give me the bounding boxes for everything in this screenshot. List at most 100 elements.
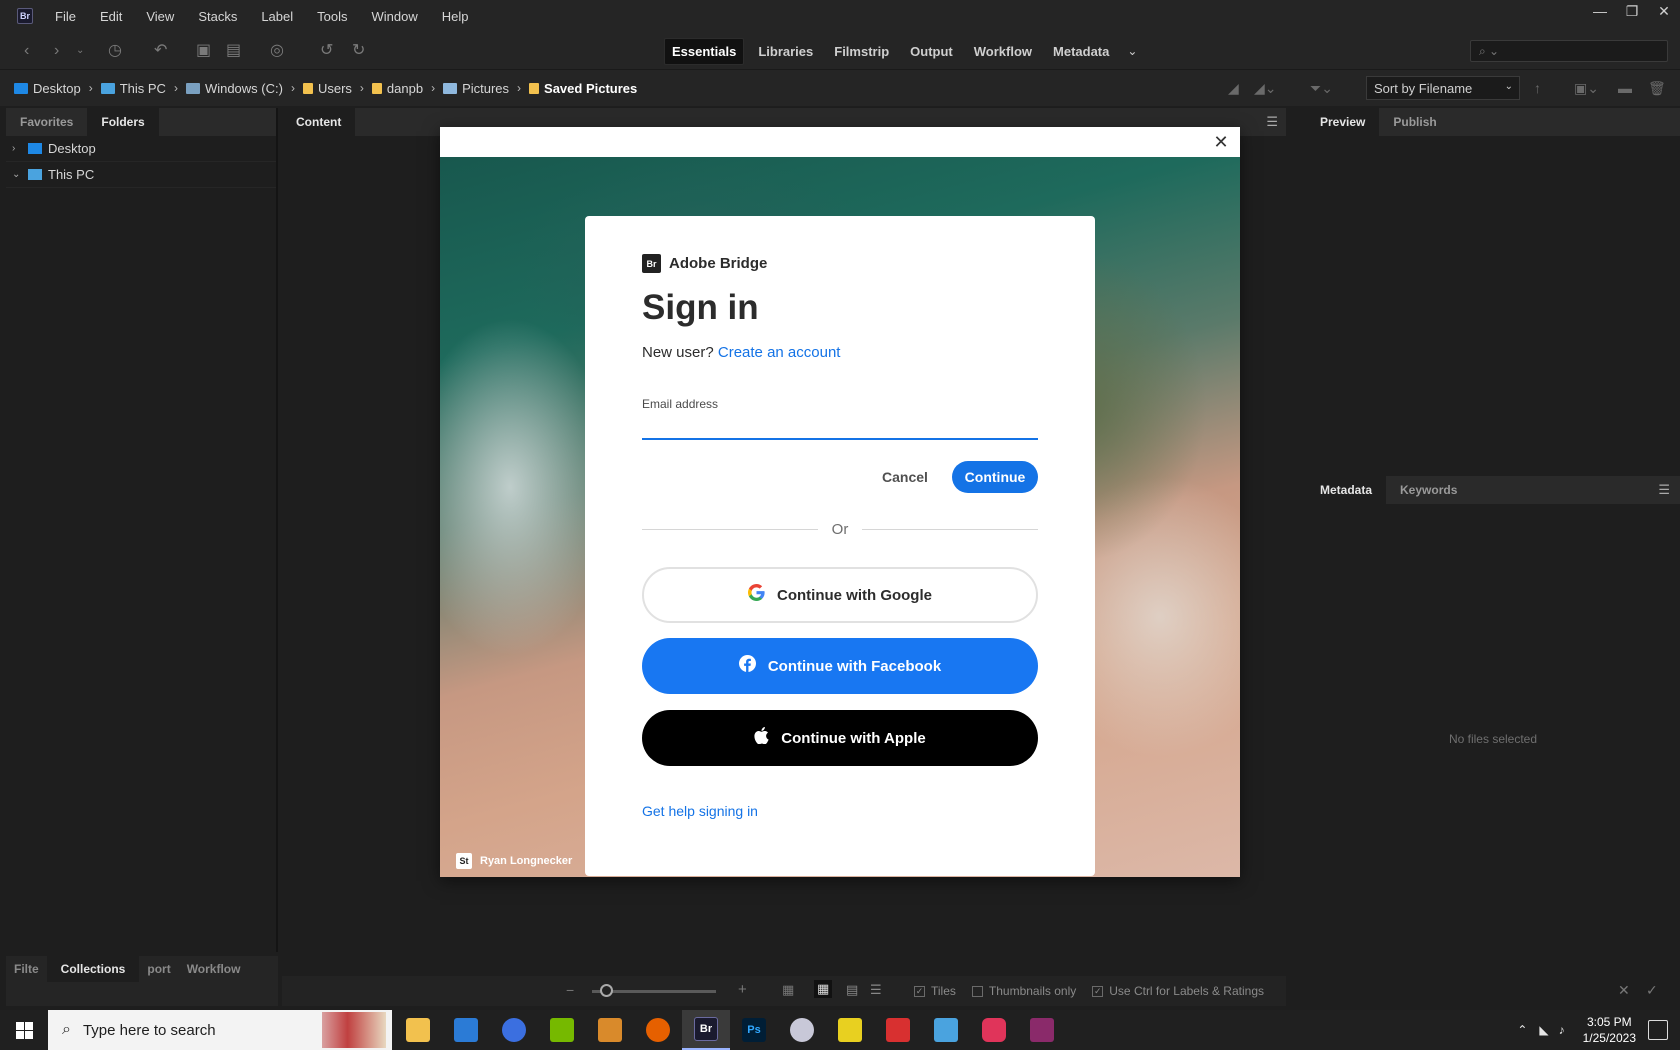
tab-workflow[interactable]: Workflow — [179, 956, 249, 982]
camera-download-icon[interactable]: ▣ — [196, 42, 211, 60]
cancel-icon[interactable]: ✕ — [1618, 982, 1630, 999]
workspace-workflow[interactable]: Workflow — [967, 39, 1039, 64]
menu-label[interactable]: Label — [261, 9, 293, 24]
continue-with-facebook-button[interactable]: Continue with Facebook — [642, 638, 1038, 694]
crumb-pictures[interactable]: Pictures › — [443, 81, 521, 96]
tab-metadata[interactable]: Metadata — [1306, 476, 1387, 504]
get-help-link[interactable]: Get help signing in — [642, 803, 758, 819]
crumb-desktop[interactable]: Desktop › — [14, 81, 93, 96]
crumb-danpb[interactable]: danpb › — [371, 81, 435, 96]
video-app-icon[interactable] — [490, 1010, 538, 1050]
filter-items-icon[interactable]: ⏷⌄ — [1310, 80, 1333, 97]
open-camera-raw-icon[interactable]: ◎ — [270, 42, 284, 60]
taskbar-search-input[interactable]: ⌕ Type here to search — [48, 1010, 392, 1050]
search-input[interactable]: ⌕ ⌄ — [1470, 40, 1668, 62]
trash-icon[interactable]: 🗑 — [1648, 80, 1666, 97]
photoshop-icon[interactable]: Ps — [730, 1010, 778, 1050]
recent-chevron-icon[interactable]: ⌄ — [76, 42, 84, 60]
creative-cloud-icon[interactable] — [970, 1010, 1018, 1050]
crumb-windows-c[interactable]: Windows (C:) › — [185, 81, 295, 96]
crumb-this-pc[interactable]: This PC › — [100, 81, 178, 96]
view-details-icon[interactable]: ▤ — [846, 982, 858, 998]
chevron-up-icon[interactable]: ⌃ — [1517, 1023, 1527, 1037]
adobe-bridge-taskbar-icon[interactable]: Br — [682, 1010, 730, 1050]
media-player-icon[interactable] — [586, 1010, 634, 1050]
menu-view[interactable]: View — [146, 9, 174, 24]
grid-lock-icon[interactable]: ▦ — [782, 982, 794, 998]
crumb-users[interactable]: Users › — [302, 81, 364, 96]
tree-item-this-pc[interactable]: ⌄ This PC — [6, 162, 276, 188]
tab-favorites[interactable]: Favorites — [6, 108, 87, 136]
new-folder-icon[interactable]: ▬ — [1618, 80, 1632, 96]
checkbox-icon[interactable] — [971, 985, 983, 997]
tab-preview[interactable]: Preview — [1306, 108, 1380, 136]
control-panel-icon[interactable] — [922, 1010, 970, 1050]
more-workspaces-chevron-icon[interactable]: ⌄ — [1127, 44, 1137, 58]
view-thumbnails-icon[interactable]: ▦ — [814, 980, 833, 998]
nvidia-icon[interactable] — [538, 1010, 586, 1050]
tab-publish[interactable]: Publish — [1379, 108, 1450, 136]
rotate-right-icon[interactable]: ↻ — [352, 42, 365, 60]
notifications-icon[interactable] — [1648, 1020, 1668, 1040]
history-icon[interactable]: ◷ — [108, 42, 122, 60]
continue-button[interactable]: Continue — [952, 461, 1038, 493]
menu-tools[interactable]: Tools — [317, 9, 347, 24]
tiles-option[interactable]: ✓ Tiles — [914, 984, 956, 998]
tab-content[interactable]: Content — [282, 108, 356, 136]
menu-stacks[interactable]: Stacks — [198, 9, 237, 24]
rating-menu-icon[interactable]: ◢⌄ — [1254, 80, 1277, 97]
sort-ascending-icon[interactable]: ↑ — [1534, 80, 1541, 96]
zoom-out-icon[interactable]: − — [566, 982, 574, 998]
thumbnails-only-option[interactable]: Thumbnails only — [971, 984, 1076, 998]
checkmark-app-icon[interactable] — [826, 1010, 874, 1050]
tab-folders[interactable]: Folders — [87, 108, 159, 136]
apply-check-icon[interactable]: ✓ — [1646, 982, 1658, 999]
windows-start-icon[interactable] — [0, 1010, 48, 1050]
zoom-in-icon[interactable]: + — [738, 981, 747, 998]
winrar-icon[interactable] — [1018, 1010, 1066, 1050]
close-window-icon[interactable]: ✕ — [1648, 0, 1680, 22]
security-app-icon[interactable] — [874, 1010, 922, 1050]
sort-dropdown[interactable]: Sort by Filename ⌄ — [1366, 76, 1520, 100]
restore-icon[interactable]: ❐ — [1616, 0, 1648, 22]
menu-file[interactable]: File — [55, 9, 76, 24]
panel-menu-icon[interactable]: ☰ — [1648, 476, 1680, 504]
volume-icon[interactable]: ♪ — [1559, 1023, 1565, 1037]
tab-keywords[interactable]: Keywords — [1386, 476, 1471, 504]
create-account-link[interactable]: Create an account — [718, 344, 841, 361]
tree-item-desktop[interactable]: › Desktop — [6, 136, 276, 162]
panel-menu-icon[interactable]: ☰ — [1258, 108, 1286, 136]
rotate-left-icon[interactable]: ↺ — [320, 42, 333, 60]
workspace-libraries[interactable]: Libraries — [751, 39, 820, 64]
workspace-essentials[interactable]: Essentials — [664, 37, 745, 65]
workspace-metadata[interactable]: Metadata — [1046, 39, 1116, 64]
cancel-button[interactable]: Cancel — [875, 461, 935, 493]
paint-icon[interactable] — [778, 1010, 826, 1050]
tab-filter[interactable]: Filte — [6, 956, 47, 982]
tab-export[interactable]: port — [139, 956, 178, 982]
menu-window[interactable]: Window — [372, 9, 418, 24]
boomerang-icon[interactable]: ↶ — [154, 42, 167, 60]
back-icon[interactable]: ‹ — [24, 42, 29, 60]
refine-icon[interactable]: ▤ — [226, 42, 241, 60]
workspace-filmstrip[interactable]: Filmstrip — [827, 39, 896, 64]
menu-help[interactable]: Help — [442, 9, 469, 24]
continue-with-google-button[interactable]: Continue with Google — [642, 567, 1038, 623]
network-icon[interactable]: ◣ — [1539, 1023, 1548, 1037]
view-list-icon[interactable]: ☰ — [870, 982, 882, 998]
continue-with-apple-button[interactable]: Continue with Apple — [642, 710, 1038, 766]
slider-thumb[interactable] — [600, 984, 613, 997]
close-icon[interactable]: ✕ — [1210, 131, 1232, 153]
rating-filter-icon[interactable]: ◢ — [1228, 80, 1239, 97]
chevron-down-icon[interactable]: ⌄ — [12, 169, 24, 180]
tab-collections[interactable]: Collections — [46, 956, 140, 982]
crumb-saved-pictures[interactable]: Saved Pictures — [529, 81, 637, 96]
chevron-right-icon[interactable]: › — [12, 143, 24, 154]
open-recent-icon[interactable]: ▣⌄ — [1574, 80, 1599, 97]
checkbox-checked-icon[interactable]: ✓ — [1092, 985, 1104, 997]
clock[interactable]: 3:05 PM 1/25/2023 — [1583, 1014, 1636, 1046]
forward-icon[interactable]: › — [54, 42, 59, 60]
minimize-icon[interactable]: — — [1584, 0, 1616, 22]
workspace-output[interactable]: Output — [903, 39, 960, 64]
firefox-icon[interactable] — [634, 1010, 682, 1050]
